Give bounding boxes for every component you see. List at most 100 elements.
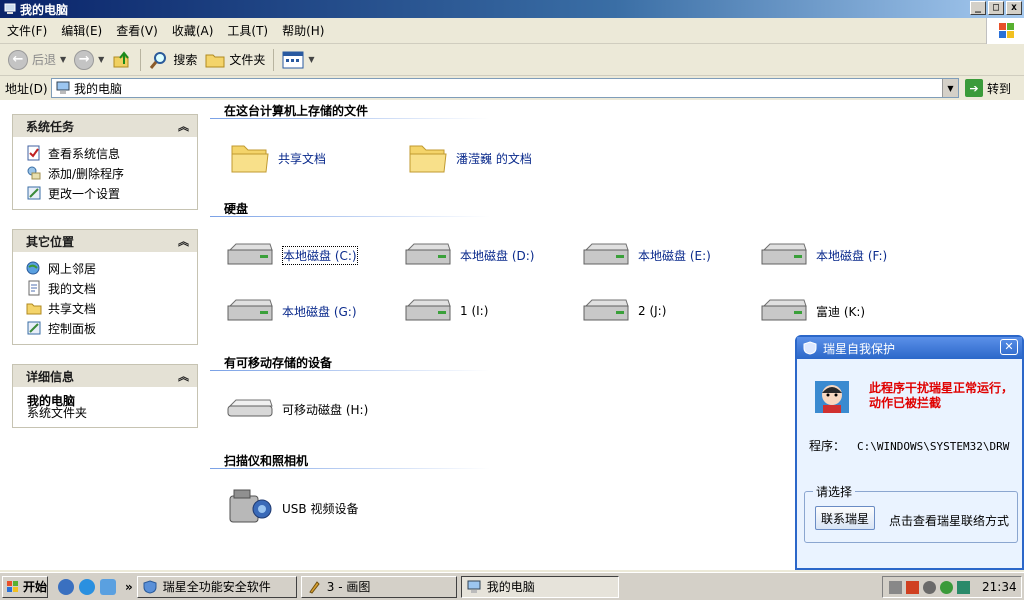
menu-tools[interactable]: 工具(T) (220, 21, 275, 41)
item-label: 本地磁盘 (F:) (816, 248, 888, 263)
minimize-button[interactable]: _ (970, 1, 986, 15)
antivirus-icon[interactable] (940, 580, 953, 594)
contact-rising-button[interactable]: 联系瑞星 (815, 506, 875, 530)
chevron-down-icon[interactable]: ▼ (60, 55, 66, 64)
section-divider (210, 216, 490, 217)
search-button[interactable]: 搜索 (145, 47, 201, 73)
item-label: 共享文档 (278, 151, 327, 166)
collapse-icon[interactable]: ︽ (178, 233, 189, 249)
address-bar: 地址(D) 我的电脑 ▼ ➔ 转到 (0, 77, 1024, 99)
network-icon[interactable] (923, 580, 936, 594)
system-tray: 21:34 (882, 576, 1022, 598)
start-button[interactable]: 开始 (2, 575, 48, 598)
user-documents-folder[interactable]: 潘滢巍 的文档 (408, 140, 532, 176)
popup-title-bar: 瑞星自我保护 ✕ (797, 337, 1022, 359)
collapse-icon[interactable]: ︽ (178, 368, 189, 384)
up-folder-button[interactable] (108, 47, 136, 73)
quick-launch-more-icon[interactable]: » (125, 580, 133, 594)
keyboard-icon[interactable] (889, 580, 902, 594)
link-label: 共享文档 (48, 301, 97, 316)
my-documents-link[interactable]: 我的文档 (26, 278, 197, 298)
back-button[interactable]: ← 后退 ▼ (4, 47, 70, 73)
rising-shield-icon[interactable] (100, 578, 116, 595)
removable-disk-h[interactable]: 可移动磁盘 (H:) (226, 394, 368, 424)
views-button[interactable]: ▼ (278, 47, 318, 73)
menu-file[interactable]: 文件(F) (0, 21, 54, 41)
link-label: 我的文档 (48, 281, 97, 296)
drive-c[interactable]: 本地磁盘 (C:) (226, 240, 358, 270)
chevron-down-icon: ▼ (308, 55, 315, 64)
removable-disk-icon (227, 399, 273, 417)
close-button[interactable]: x (1006, 1, 1022, 15)
forward-button[interactable]: → ▼ (70, 47, 108, 73)
folder-icon (409, 145, 447, 173)
menu-help[interactable]: 帮助(H) (275, 21, 331, 41)
go-arrow-icon: ➔ (965, 79, 983, 97)
change-setting-link[interactable]: 更改一个设置 (26, 183, 197, 203)
drive-f[interactable]: 本地磁盘 (F:) (760, 240, 887, 270)
search-icon (150, 51, 167, 69)
documents-icon (28, 280, 40, 296)
views-icon (282, 51, 304, 68)
other-places-header[interactable]: 其它位置 ︽ (13, 230, 197, 252)
mascot-icon (815, 381, 849, 413)
folder-icon (205, 54, 225, 67)
shared-documents-folder[interactable]: 共享文档 (230, 140, 326, 176)
item-label: 本地磁盘 (D:) (460, 248, 535, 263)
folders-button[interactable]: 文件夹 (201, 47, 269, 73)
hard-drive-icon (227, 299, 273, 321)
task-my-computer[interactable]: 我的电脑 (460, 575, 619, 598)
taskbar: 开始 » 瑞星全功能安全软件 3 - 画图 我的电脑 21:34 (0, 572, 1024, 600)
system-tasks-header[interactable]: 系统任务 ︽ (13, 115, 197, 137)
drive-j[interactable]: 2 (J:) (582, 296, 666, 326)
clock[interactable]: 21:34 (982, 580, 1017, 594)
volume-icon[interactable] (906, 580, 919, 594)
menu-edit[interactable]: 编辑(E) (54, 21, 109, 41)
network-places-link[interactable]: 网上邻居 (26, 258, 197, 278)
add-remove-programs-link[interactable]: 添加/删除程序 (26, 163, 197, 183)
task-paint[interactable]: 3 - 画图 (300, 575, 457, 598)
shared-documents-link[interactable]: 共享文档 (26, 298, 197, 318)
go-button[interactable]: ➔ 转到 (965, 79, 1011, 97)
maximize-button[interactable]: □ (988, 1, 1004, 15)
usb-video-device[interactable]: USB 视频设备 (226, 488, 358, 528)
umbrella-icon[interactable] (957, 580, 970, 594)
drive-i[interactable]: 1 (I:) (404, 296, 488, 326)
task-label: 3 - 画图 (326, 580, 371, 594)
address-input[interactable]: 我的电脑 ▼ (51, 78, 959, 98)
internet-explorer-icon[interactable] (79, 578, 95, 595)
popup-close-button[interactable]: ✕ (1000, 339, 1018, 355)
toolbar-separator (273, 48, 275, 71)
contact-description: 点击查看瑞星联络方式 (889, 514, 1010, 528)
back-label: 后退 (32, 53, 57, 67)
chevron-down-icon[interactable]: ▼ (942, 79, 958, 97)
menu-favorites[interactable]: 收藏(A) (165, 21, 221, 41)
drive-k[interactable]: 富迪 (K:) (760, 296, 865, 326)
collapse-icon[interactable]: ︽ (178, 118, 189, 134)
windows-logo-icon (986, 18, 1024, 44)
drive-g[interactable]: 本地磁盘 (G:) (226, 296, 357, 326)
section-title-files: 在这台计算机上存储的文件 (224, 104, 369, 118)
media-player-icon[interactable] (58, 578, 74, 595)
panel-title: 系统任务 (26, 119, 75, 134)
menu-view[interactable]: 查看(V) (109, 21, 165, 41)
item-label: 富迪 (K:) (816, 304, 866, 319)
drive-d[interactable]: 本地磁盘 (D:) (404, 240, 534, 270)
address-label: 地址(D) (5, 81, 48, 96)
hard-drive-icon (583, 243, 629, 265)
details-header[interactable]: 详细信息 ︽ (13, 365, 197, 387)
go-label: 转到 (987, 81, 1012, 96)
control-panel-link[interactable]: 控制面板 (26, 318, 197, 338)
task-rising[interactable]: 瑞星全功能安全软件 (136, 575, 297, 598)
folder-icon (231, 145, 269, 173)
drive-e[interactable]: 本地磁盘 (E:) (582, 240, 711, 270)
camera-icon (229, 489, 272, 523)
section-title-drives: 硬盘 (224, 202, 249, 216)
view-system-info-link[interactable]: 查看系统信息 (26, 143, 197, 163)
search-label: 搜索 (173, 53, 198, 67)
chevron-down-icon[interactable]: ▼ (98, 55, 104, 64)
folders-label: 文件夹 (229, 53, 266, 67)
panel-title: 其它位置 (26, 234, 75, 249)
item-label: 可移动磁盘 (H:) (282, 402, 369, 417)
popup-title: 瑞星自我保护 (823, 341, 896, 356)
